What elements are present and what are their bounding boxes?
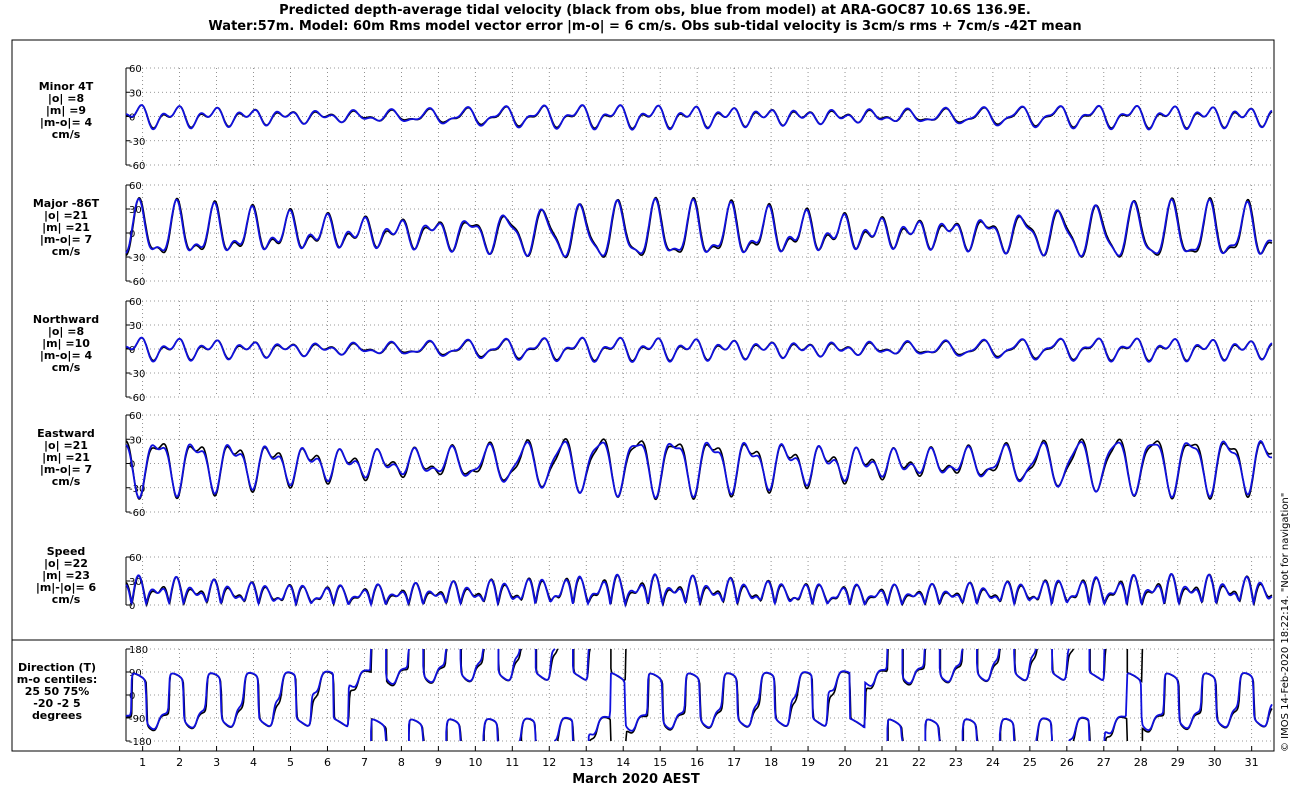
y-tick-label: -60 [129, 393, 145, 404]
panel-5: -180-90090180Direction (T)m-o centiles:2… [17, 645, 1273, 748]
panel-stat-label: cm/s [52, 245, 81, 258]
x-tick-label: 23 [949, 756, 963, 769]
x-tick-label: 25 [1023, 756, 1037, 769]
y-tick-label: 30 [129, 321, 142, 332]
x-tick-label: 2 [176, 756, 183, 769]
series-model-line [125, 439, 1273, 499]
x-tick-label: 8 [398, 756, 405, 769]
x-tick-label: 26 [1060, 756, 1074, 769]
x-tick-label: 15 [653, 756, 667, 769]
x-tick-label: 13 [579, 756, 593, 769]
x-tick-label: 7 [361, 756, 368, 769]
y-tick-label: 60 [129, 553, 142, 564]
y-tick-label: -60 [129, 508, 145, 519]
panel-stat-label: cm/s [52, 475, 81, 488]
tidal-velocity-figure: Predicted depth-average tidal velocity (… [0, 0, 1300, 800]
x-tick-label: 4 [250, 756, 257, 769]
y-tick-label: -180 [129, 737, 152, 748]
series-model-line [125, 336, 1273, 363]
panel-3: -60-3003060Eastward|o| =21|m| =21|m-o|= … [37, 411, 1273, 519]
panel-1: -60-3003060Major -86T|o| =21|m| =21|m-o|… [33, 181, 1273, 288]
chart-title-line2: Water:57m. Model: 60m Rms model vector e… [208, 19, 1081, 34]
panel-stat-label: degrees [32, 709, 83, 722]
x-tick-label: 17 [727, 756, 741, 769]
x-tick-label: 20 [838, 756, 852, 769]
y-tick-label: 30 [129, 88, 142, 99]
x-tick-label: 3 [213, 756, 220, 769]
y-tick-label: 60 [129, 181, 142, 192]
y-tick-label: 60 [129, 64, 142, 75]
x-tick-label: 14 [616, 756, 630, 769]
series-model-line [125, 104, 1273, 131]
y-tick-label: 180 [129, 645, 148, 656]
panel-stat-label: cm/s [52, 361, 81, 374]
y-tick-label: -30 [129, 137, 145, 148]
x-tick-label: 16 [690, 756, 704, 769]
y-tick-label: -60 [129, 277, 145, 288]
x-tick-label: 27 [1097, 756, 1111, 769]
x-tick-label: 18 [764, 756, 778, 769]
x-tick-label: 22 [912, 756, 926, 769]
x-tick-label: 12 [542, 756, 556, 769]
y-tick-label: -60 [129, 161, 145, 172]
x-tick-label: 5 [287, 756, 294, 769]
x-axis-label: March 2020 AEST [572, 772, 700, 787]
x-tick-label: 9 [435, 756, 442, 769]
chart-title-line1: Predicted depth-average tidal velocity (… [279, 3, 1031, 18]
panel-0: -60-3003060Minor 4T|o| =8|m| =9|m-o|= 4c… [39, 64, 1273, 172]
chart-canvas: Predicted depth-average tidal velocity (… [11, 3, 1291, 787]
x-tick-label: 24 [986, 756, 1000, 769]
x-tick-label: 11 [505, 756, 519, 769]
x-tick-label: 30 [1208, 756, 1222, 769]
series-model-line [125, 572, 1273, 608]
y-tick-label: -30 [129, 253, 145, 264]
panel-2: -60-3003060Northward|o| =8|m| =10|m-o|= … [33, 297, 1273, 404]
x-tick-label: 29 [1171, 756, 1185, 769]
panel-stat-label: cm/s [52, 593, 81, 606]
x-tick-label: 6 [324, 756, 331, 769]
panel-stat-label: cm/s [52, 128, 81, 141]
y-tick-label: 60 [129, 411, 142, 422]
x-tick-label: 19 [801, 756, 815, 769]
x-tick-label: 1 [139, 756, 146, 769]
x-tick-label: 21 [875, 756, 889, 769]
series-model-line [125, 197, 1273, 258]
y-tick-label: 30 [129, 435, 142, 446]
copyright-note: © IMOS 14-Feb-2020 18:22:14. "Not for na… [1280, 493, 1291, 752]
series-model-line [125, 648, 1273, 742]
figure-frame [11, 39, 1275, 752]
panel-4: 03060Speed|o| =22|m| =23|m|-|o|= 6cm/s [36, 545, 1273, 612]
panels: -60-3003060Minor 4T|o| =8|m| =9|m-o|= 4c… [17, 64, 1273, 748]
x-tick-label: 10 [468, 756, 482, 769]
x-tick-label: 31 [1245, 756, 1259, 769]
y-tick-label: -30 [129, 369, 145, 380]
x-axis: 1 2 3 4 5 6 7 8 9 10 11 12 13 14 15 16 17 18 19 20 21 22 23 24 2… [139, 746, 1259, 769]
y-tick-label: 60 [129, 297, 142, 308]
x-tick-label: 28 [1134, 756, 1148, 769]
